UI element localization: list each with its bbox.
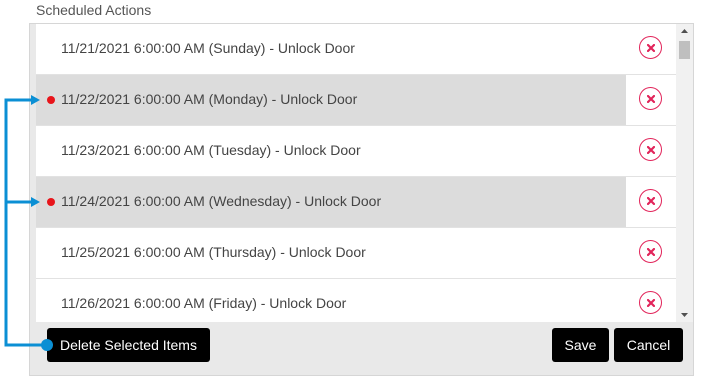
list-item[interactable]: 11/24/2021 6:00:00 AM (Wednesday) - Unlo… [36,177,676,228]
save-button[interactable]: Save [552,328,609,362]
list-item-label: 11/24/2021 6:00:00 AM (Wednesday) - Unlo… [61,193,382,209]
delete-item-button[interactable] [639,291,662,314]
list-item[interactable]: 11/22/2021 6:00:00 AM (Monday) - Unlock … [36,75,676,126]
scheduled-actions-list: 11/21/2021 6:00:00 AM (Sunday) - Unlock … [36,24,676,322]
selected-indicator-dot [47,198,55,206]
list-item-label: 11/26/2021 6:00:00 AM (Friday) - Unlock … [61,295,347,311]
delete-item-button[interactable] [639,189,662,212]
delete-item-button[interactable] [639,87,662,110]
list-item[interactable]: 11/21/2021 6:00:00 AM (Sunday) - Unlock … [36,24,676,75]
delete-item-button[interactable] [639,36,662,59]
list-item-label: 11/21/2021 6:00:00 AM (Sunday) - Unlock … [61,40,355,56]
scrollbar-thumb[interactable] [679,41,690,59]
close-icon [646,298,655,307]
list-item-label: 11/25/2021 6:00:00 AM (Thursday) - Unloc… [61,244,366,260]
list-item[interactable]: 11/26/2021 6:00:00 AM (Friday) - Unlock … [36,279,676,322]
list-item[interactable]: 11/25/2021 6:00:00 AM (Thursday) - Unloc… [36,228,676,279]
selected-indicator-dot [47,96,55,104]
close-icon [646,145,655,154]
close-icon [646,43,655,52]
close-icon [646,247,655,256]
list-scrollbar[interactable] [676,24,693,322]
list-item-label: 11/22/2021 6:00:00 AM (Monday) - Unlock … [61,91,358,107]
delete-item-button[interactable] [639,240,662,263]
delete-item-button[interactable] [639,138,662,161]
list-item[interactable]: 11/23/2021 6:00:00 AM (Tuesday) - Unlock… [36,126,676,177]
delete-selected-items-button[interactable]: Delete Selected Items [47,328,210,362]
scroll-up-arrow-icon[interactable] [676,24,693,38]
scroll-down-arrow-icon[interactable] [676,308,693,322]
close-icon [646,196,655,205]
close-icon [646,94,655,103]
section-title: Scheduled Actions [36,2,152,18]
list-item-label: 11/23/2021 6:00:00 AM (Tuesday) - Unlock… [61,142,361,158]
cancel-button[interactable]: Cancel [614,328,683,362]
